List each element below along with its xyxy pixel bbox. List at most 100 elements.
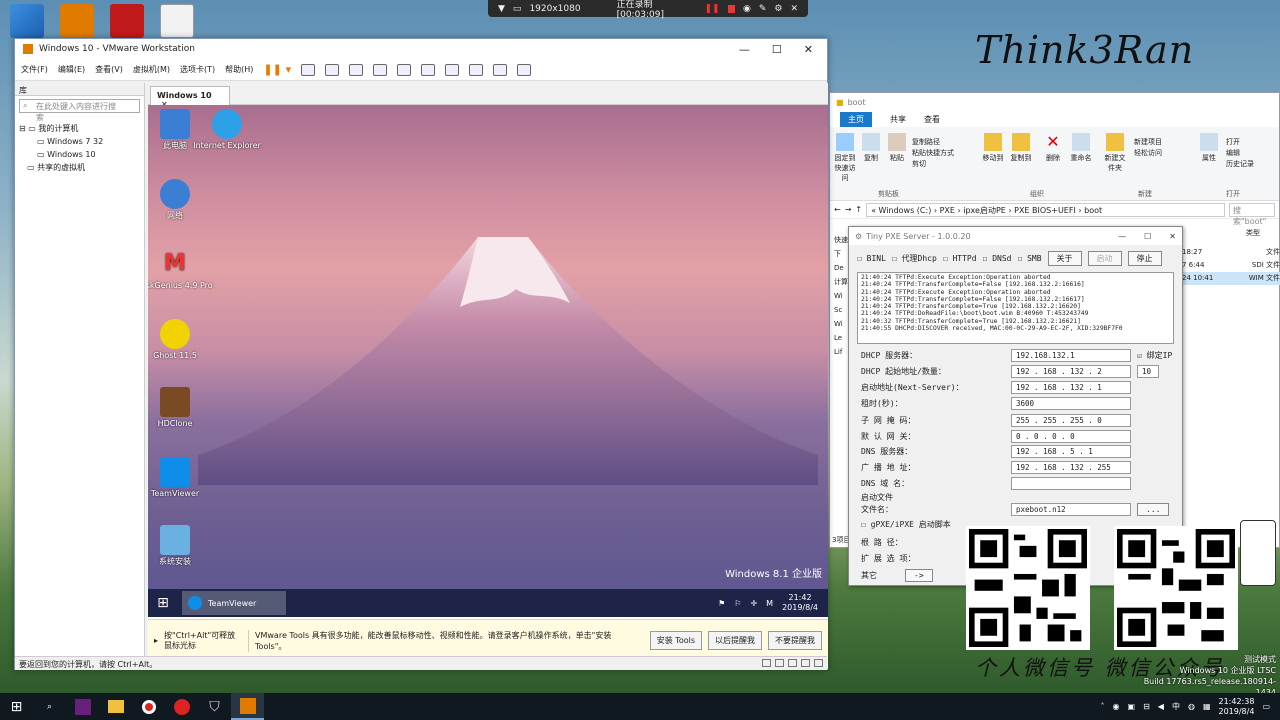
tab-share[interactable]: 共享 bbox=[890, 114, 906, 125]
library-view-icon[interactable] bbox=[397, 63, 412, 76]
host-ime[interactable]: 中 bbox=[1172, 701, 1180, 712]
tray-app-icon[interactable]: ◍ bbox=[1188, 702, 1195, 711]
volume-icon[interactable]: ✛ bbox=[750, 599, 757, 608]
visual-studio-icon[interactable] bbox=[66, 693, 99, 720]
device-icon[interactable] bbox=[788, 659, 797, 667]
nav-item[interactable]: De bbox=[834, 261, 848, 275]
binl-checkbox[interactable]: ☐ BINL bbox=[857, 254, 886, 263]
nav-item[interactable]: Wi bbox=[834, 289, 848, 303]
search-box[interactable]: 搜索"boot" bbox=[1229, 202, 1275, 226]
vmware-taskbar-icon[interactable] bbox=[231, 693, 264, 720]
proxy-dhcp-checkbox[interactable]: ☐ 代理Dhcp bbox=[892, 253, 937, 264]
tree-my-computer[interactable]: ⊟ ▭ 我的计算机 bbox=[19, 122, 140, 135]
paste-button[interactable]: 粘贴 bbox=[884, 133, 910, 163]
install-tools-button[interactable]: 安装 Tools bbox=[649, 631, 702, 650]
table-row[interactable]: 18:27 文件 bbox=[1182, 246, 1280, 259]
stop-button[interactable]: 停止 bbox=[1127, 251, 1162, 266]
file-explorer-icon[interactable] bbox=[99, 693, 132, 720]
dnsd-checkbox[interactable]: ☐ DNSd bbox=[983, 254, 1012, 263]
host-document-search-icon[interactable] bbox=[160, 4, 194, 38]
recorder-icon[interactable] bbox=[132, 693, 165, 720]
about-button[interactable]: 关于 bbox=[1047, 251, 1082, 266]
snapshot-icon[interactable] bbox=[325, 63, 340, 76]
nav-item[interactable]: Wi bbox=[834, 317, 848, 331]
tab-view[interactable]: 查看 bbox=[924, 114, 940, 125]
volume-icon[interactable]: ◀ bbox=[1158, 702, 1164, 711]
nav-item[interactable]: 快速 bbox=[834, 233, 848, 247]
rename-button[interactable]: 重命名 bbox=[1068, 133, 1094, 163]
copy-path-button[interactable]: 复制路径 bbox=[912, 137, 954, 148]
filename-input[interactable]: pxeboot.n12 bbox=[1011, 503, 1131, 516]
host-pdf-icon[interactable] bbox=[110, 4, 144, 38]
tree-shared-vms[interactable]: ▭ 共享的虚拟机 bbox=[19, 161, 140, 174]
chevron-up-icon[interactable]: ˄ bbox=[1101, 702, 1105, 711]
bind-ip-checkbox[interactable]: ☑ 绑定IP bbox=[1137, 350, 1172, 361]
maximize-icon[interactable]: ☐ bbox=[772, 43, 782, 56]
menu-help[interactable]: 帮助(H) bbox=[225, 64, 253, 75]
forward-icon[interactable]: → bbox=[845, 205, 852, 214]
properties-button[interactable]: 属性 bbox=[1196, 133, 1222, 163]
pen-icon[interactable]: ✎ bbox=[759, 4, 767, 14]
guest-clock[interactable]: 21:42 2019/8/4 bbox=[782, 593, 818, 613]
host-computer-icon[interactable] bbox=[10, 4, 44, 38]
tray-app-icon[interactable]: ◉ bbox=[1113, 702, 1120, 711]
snapshot-manager-icon[interactable] bbox=[373, 63, 388, 76]
menu-edit[interactable]: 编辑(E) bbox=[58, 64, 85, 75]
host-vmware-icon[interactable] bbox=[60, 4, 94, 38]
close-icon[interactable]: ✕ bbox=[790, 4, 798, 14]
open-button[interactable]: 打开 bbox=[1226, 137, 1254, 148]
mask-input[interactable]: 255 . 255 . 255 . 0 bbox=[1011, 414, 1131, 427]
guest-desktop[interactable]: 此电脑 Internet Explorer 网络 MDiskGenius 4.9… bbox=[148, 105, 828, 617]
console-icon[interactable] bbox=[493, 63, 508, 76]
pause-vm-icon[interactable]: ❚❚ ▾ bbox=[263, 63, 291, 76]
back-icon[interactable]: ← bbox=[834, 205, 841, 214]
tray-app-icon[interactable]: ▣ bbox=[1128, 702, 1136, 711]
new-item-button[interactable]: 新建项目 bbox=[1134, 137, 1162, 148]
device-icon[interactable] bbox=[775, 659, 784, 667]
move-to-button[interactable]: 移动到 bbox=[980, 133, 1006, 163]
revert-snapshot-icon[interactable] bbox=[349, 63, 364, 76]
remind-later-button[interactable]: 以后提醒我 bbox=[708, 631, 762, 650]
tree-vm-win10[interactable]: ▭ Windows 10 bbox=[19, 148, 140, 161]
close-icon[interactable]: ✕ bbox=[1169, 232, 1176, 241]
device-icon[interactable] bbox=[814, 659, 823, 667]
stretch-icon[interactable] bbox=[517, 63, 532, 76]
library-search-input[interactable]: ⌕ 在此处键入内容进行搜索 bbox=[19, 99, 140, 122]
settings-icon[interactable]: ⚙ bbox=[774, 4, 782, 14]
smb-checkbox[interactable]: ☐ SMB bbox=[1017, 254, 1041, 263]
minimize-icon[interactable]: — bbox=[1118, 232, 1126, 241]
pause-icon[interactable]: ❚❚ bbox=[704, 4, 719, 14]
paste-shortcut-button[interactable]: 粘贴快捷方式 bbox=[912, 148, 954, 159]
network-icon[interactable]: ⚑ bbox=[718, 599, 725, 608]
broadcast-input[interactable]: 192 . 168 . 132 . 255 bbox=[1011, 461, 1131, 474]
browse-button[interactable]: ... bbox=[1137, 503, 1170, 516]
guest-ie[interactable]: Internet Explorer bbox=[188, 109, 266, 150]
close-icon[interactable]: ✕ bbox=[804, 43, 813, 56]
edit-button[interactable]: 编辑 bbox=[1226, 148, 1254, 159]
menu-view[interactable]: 查看(V) bbox=[95, 64, 123, 75]
dhcp-server-select[interactable]: 192.168.132.1 bbox=[1011, 349, 1131, 362]
netease-music-icon[interactable] bbox=[165, 693, 198, 720]
nav-item[interactable]: Lif bbox=[834, 345, 848, 359]
log-box[interactable]: 21:40:24 TFTPd:Execute Exception:Operati… bbox=[857, 272, 1174, 344]
tree-vm-win7[interactable]: ▭ Windows 7 32 bbox=[19, 135, 140, 148]
shield-icon[interactable]: ⛉ bbox=[198, 693, 231, 720]
dns-input[interactable]: 192 . 168 . 5 . 1 bbox=[1011, 445, 1131, 458]
arrow-button[interactable]: -> bbox=[905, 569, 933, 582]
next-server-input[interactable]: 192 . 168 . 132 . 1 bbox=[1011, 381, 1131, 394]
never-remind-button[interactable]: 不要提醒我 bbox=[768, 631, 822, 650]
copy-to-button[interactable]: 复制到 bbox=[1008, 133, 1034, 163]
nav-item[interactable]: 下 bbox=[834, 247, 848, 261]
guest-system-install[interactable]: 系统安装 bbox=[148, 525, 214, 566]
menu-vm[interactable]: 虚拟机(M) bbox=[133, 64, 170, 75]
send-keys-icon[interactable] bbox=[301, 63, 316, 76]
lease-input[interactable]: 3600 bbox=[1011, 397, 1131, 410]
tab-home[interactable]: 主页 bbox=[840, 111, 872, 127]
tab-windows-10[interactable]: Windows 10 ✕ bbox=[150, 86, 230, 109]
table-row[interactable]: 24 10:41 WIM 文件 bbox=[1182, 272, 1280, 285]
up-icon[interactable]: ↑ bbox=[855, 205, 862, 214]
tray-app-icon[interactable]: ▦ bbox=[1203, 702, 1211, 711]
device-icon[interactable] bbox=[801, 659, 810, 667]
gateway-input[interactable]: 0 . 0 . 0 . 0 bbox=[1011, 430, 1131, 443]
delete-button[interactable]: ✕ 删除 bbox=[1040, 133, 1066, 163]
